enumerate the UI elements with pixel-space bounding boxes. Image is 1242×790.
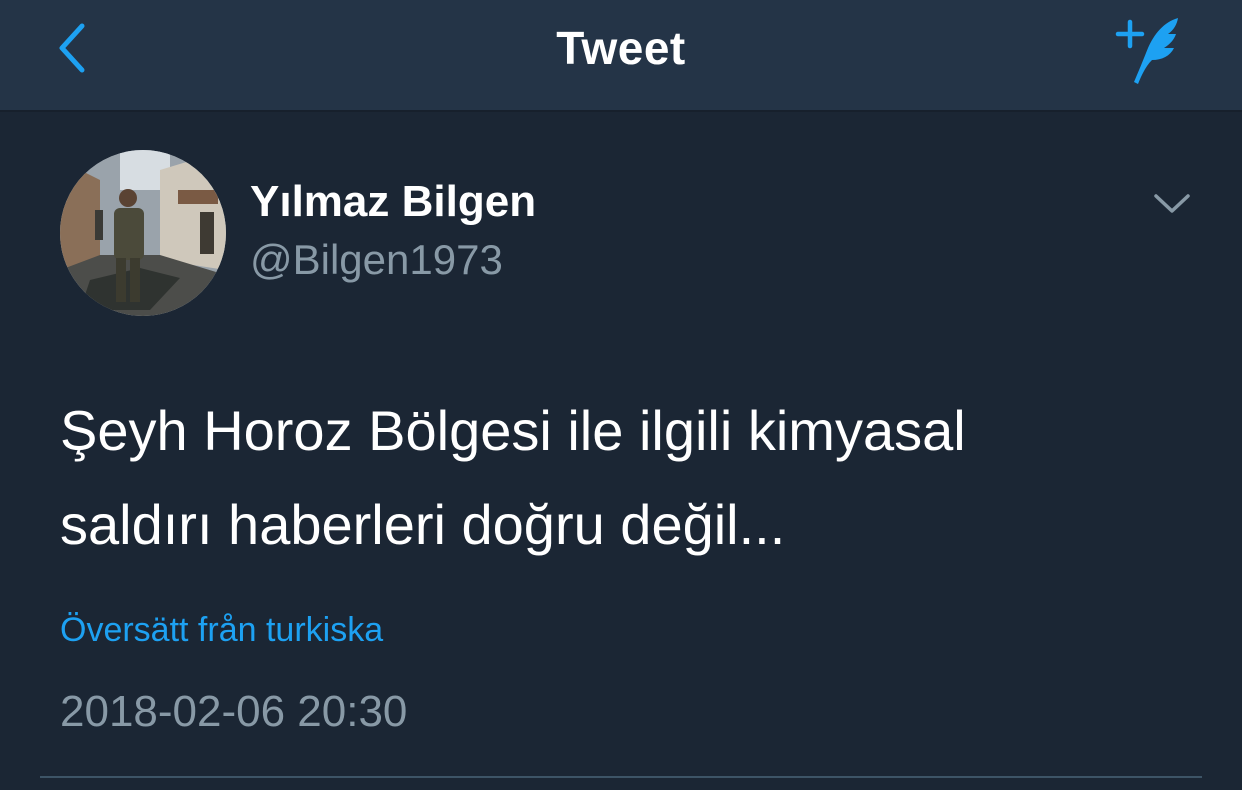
tweet-options-button[interactable] [1140,180,1204,228]
divider [40,776,1202,778]
compose-tweet-button[interactable] [1100,8,1196,92]
top-navigation-bar: Tweet [0,0,1242,112]
author-handle[interactable]: @Bilgen1973 [250,234,503,286]
tweet-timestamp: 2018-02-06 20:30 [60,687,408,736]
tweet-text: Şeyh Horoz Bölgesi ile ilgili kimyasal s… [60,399,966,556]
page-title: Tweet [556,22,686,74]
translate-tweet-link[interactable]: Översätt från turkiska [60,608,383,652]
tweet-detail-screen: Tweet Yılmaz Bilgen @Bilgen1973 Şeyh Hor… [0,0,1242,790]
author-display-name[interactable]: Yılmaz Bilgen [250,176,536,228]
profile-photo [60,150,226,316]
chevron-down-icon [1154,194,1190,213]
avatar[interactable] [60,150,226,316]
compose-tweet-icon [1115,18,1178,84]
